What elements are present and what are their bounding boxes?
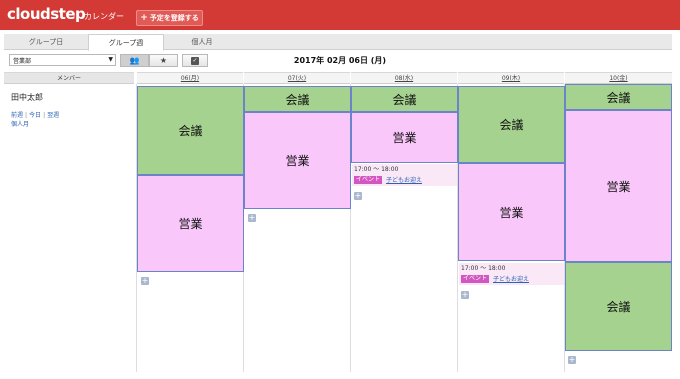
add-event-icon[interactable]: + <box>461 291 469 299</box>
event-title: 会議 <box>606 300 631 314</box>
event-meeting[interactable]: 会議 <box>351 86 458 112</box>
event-time: 17:00 ～ 18:00 <box>354 166 399 173</box>
event-sales[interactable]: 営業 <box>458 163 565 261</box>
event-title: 営業 <box>285 154 310 168</box>
event-time: 17:00 ～ 18:00 <box>461 265 506 272</box>
event-sales[interactable]: 営業 <box>351 112 458 163</box>
event-sales[interactable]: 営業 <box>565 110 672 262</box>
event-title: 営業 <box>392 131 417 145</box>
event-title: 営業 <box>499 205 524 220</box>
view-tabs: グループ日 グループ週 個人月 <box>4 34 672 51</box>
next-week-link[interactable]: 翌週 <box>47 112 59 119</box>
top-bar: cloudstep カレンダー + 予定を登録する <box>0 0 680 30</box>
current-date: 2017年 02月 06日 (月) <box>293 56 387 65</box>
link-separator: | <box>43 112 46 119</box>
app-subtitle: カレンダー <box>84 12 124 21</box>
tab-personal-month[interactable]: 個人月 <box>164 34 240 50</box>
event-meeting[interactable]: 会議 <box>244 86 351 112</box>
day-header-wed[interactable]: 08(水) <box>351 72 457 84</box>
event-title: 会議 <box>178 124 203 138</box>
personal-month-link[interactable]: 個人月 <box>11 119 29 128</box>
toolbar: 営業部 ▼ 👥 ★ ✓ 2017年 02月 06日 (月) <box>0 52 680 70</box>
event-sales[interactable]: 営業 <box>137 175 244 272</box>
day-header-thu[interactable]: 09(木) <box>458 72 564 84</box>
event-title: 営業 <box>606 179 631 194</box>
plus-icon: + <box>140 12 148 23</box>
day-header-fri[interactable]: 10(金) <box>565 72 672 84</box>
today-link[interactable]: 今日 <box>29 112 41 119</box>
tab-group-week[interactable]: グループ週 <box>88 34 164 51</box>
event-title: 会議 <box>392 92 417 107</box>
event-tag-badge: イベント <box>461 274 490 283</box>
timed-event[interactable]: 17:00 ～ 18:00 イベント 子どもお迎え <box>352 164 457 186</box>
tab-group-day[interactable]: グループ日 <box>4 34 88 50</box>
day-header-tue[interactable]: 07(火) <box>244 72 350 84</box>
event-title-link[interactable]: 子どもお迎え <box>493 274 529 283</box>
add-event-icon[interactable]: + <box>141 277 149 285</box>
member-name: 田中太郎 <box>11 93 43 102</box>
add-event-icon[interactable]: + <box>568 356 576 364</box>
event-sales[interactable]: 営業 <box>244 112 351 209</box>
week-calendar-grid: メンバー 06(月) 07(火) 08(水) 09(木) 10(金) 田中太郎 … <box>4 72 672 372</box>
app-logo[interactable]: cloudstep <box>7 5 86 23</box>
event-meeting[interactable]: 会議 <box>565 262 672 351</box>
add-event-icon[interactable]: + <box>248 214 256 222</box>
event-meeting[interactable]: 会議 <box>458 86 565 163</box>
timed-event[interactable]: 17:00 ～ 18:00 イベント 子どもお迎え <box>459 263 564 285</box>
event-meeting[interactable]: 会議 <box>137 86 244 175</box>
event-title-link[interactable]: 子どもお迎え <box>386 175 422 184</box>
member-column-header: メンバー <box>4 72 134 84</box>
event-meeting[interactable]: 会議 <box>565 84 672 110</box>
event-tag-badge: イベント <box>354 175 383 184</box>
event-title: 会議 <box>606 90 631 105</box>
add-schedule-button[interactable]: + 予定を登録する <box>136 10 203 26</box>
link-separator: | <box>25 112 28 119</box>
event-title: 営業 <box>178 217 203 231</box>
member-nav-links: 前週 | 今日 | 翌週 <box>11 110 59 119</box>
add-schedule-label: 予定を登録する <box>149 14 199 22</box>
day-header-mon[interactable]: 06(月) <box>137 72 243 84</box>
prev-week-link[interactable]: 前週 <box>11 112 23 119</box>
event-title: 会議 <box>285 92 310 107</box>
add-event-icon[interactable]: + <box>354 192 362 200</box>
event-title: 会議 <box>499 118 524 132</box>
